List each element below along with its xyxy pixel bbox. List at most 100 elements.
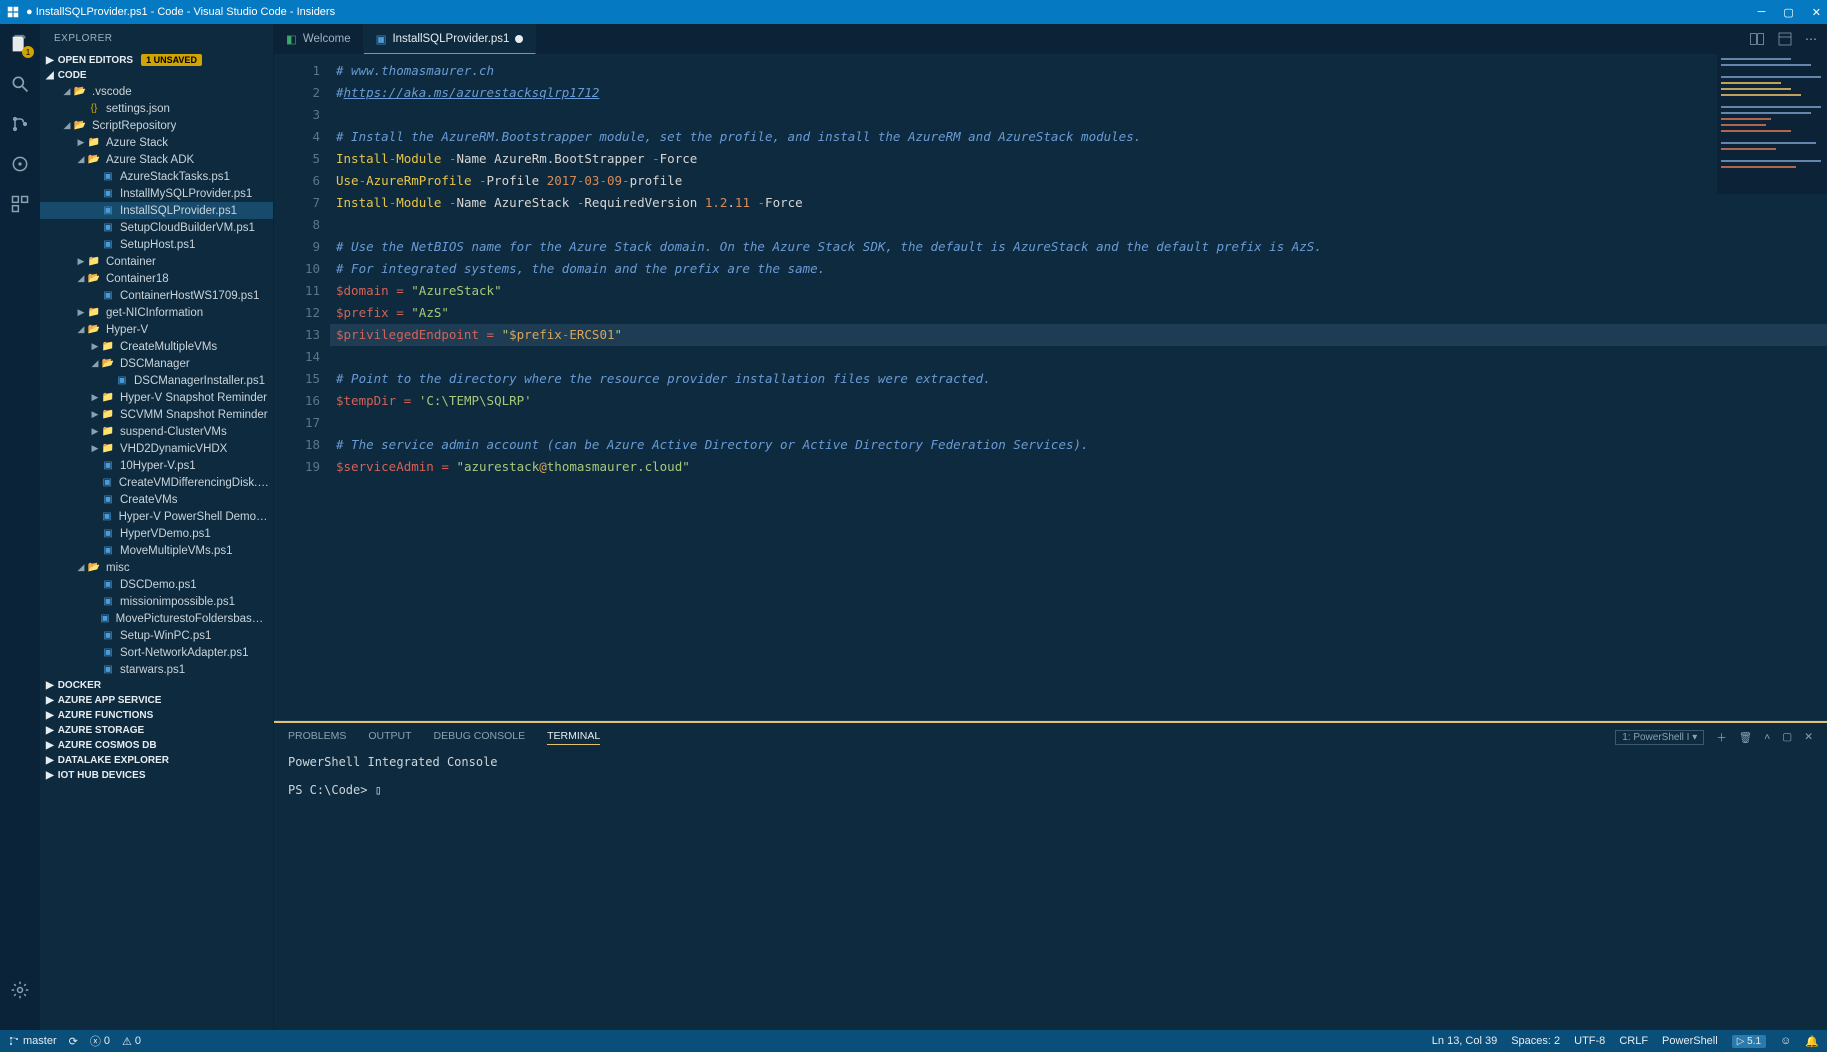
file-label: suspend-ClusterVMs	[120, 426, 227, 438]
kill-terminal-icon[interactable]: 🗑	[1739, 731, 1752, 744]
tree-file[interactable]: ▣SetupCloudBuilderVM.ps1	[40, 219, 273, 236]
sidebar-section[interactable]: ▶AZURE APP SERVICE	[40, 693, 273, 708]
tree-folder[interactable]: ◢📂ScriptRepository	[40, 117, 273, 134]
close-panel-icon[interactable]: ✕	[1804, 731, 1813, 743]
sidebar-section[interactable]: ▶IOT HUB DEVICES	[40, 768, 273, 783]
editor-tab[interactable]: ◧Welcome	[274, 24, 364, 54]
tree-folder[interactable]: ▶📁Container	[40, 253, 273, 270]
file-icon: 📁	[86, 137, 102, 148]
tree-folder[interactable]: ◢📂.vscode	[40, 83, 273, 100]
minimize-button[interactable]: ─	[1758, 6, 1766, 19]
tree-folder[interactable]: ▶📁get-NICInformation	[40, 304, 273, 321]
tree-file[interactable]: ▣MoveMultipleVMs.ps1	[40, 542, 273, 559]
code-editor[interactable]: 12345678910111213141516171819 # www.thom…	[274, 54, 1827, 720]
editor-tab[interactable]: ▣InstallSQLProvider.ps1	[364, 24, 537, 54]
dirty-indicator	[515, 35, 523, 43]
code-content[interactable]: # www.thomasmaurer.ch#https://aka.ms/azu…	[330, 54, 1827, 720]
tree-file[interactable]: ▣HyperVDemo.ps1	[40, 525, 273, 542]
git-branch[interactable]: master	[8, 1035, 57, 1047]
tree-file[interactable]: ▣missionimpossible.ps1	[40, 593, 273, 610]
cursor-position[interactable]: Ln 13, Col 39	[1432, 1035, 1497, 1047]
tree-file[interactable]: ▣DSCDemo.ps1	[40, 576, 273, 593]
tree-folder[interactable]: ▶📁VHD2DynamicVHDX	[40, 440, 273, 457]
tree-file[interactable]: ▣ContainerHostWS1709.ps1	[40, 287, 273, 304]
maximize-button[interactable]: ▢	[1783, 6, 1793, 19]
tree-folder[interactable]: ◢📂Container18	[40, 270, 273, 287]
panel-tab[interactable]: DEBUG CONSOLE	[434, 730, 526, 745]
file-label: DSCManager	[120, 358, 190, 370]
panel-tab[interactable]: OUTPUT	[368, 730, 411, 745]
extensions-icon[interactable]	[8, 192, 32, 216]
bell-icon[interactable]: 🔔	[1805, 1035, 1819, 1048]
tree-file[interactable]: {}settings.json	[40, 100, 273, 117]
file-icon: 📁	[100, 392, 116, 403]
chevron-right-icon: ▶	[46, 695, 54, 706]
tree-file[interactable]: ▣Sort-NetworkAdapter.ps1	[40, 644, 273, 661]
tree-folder[interactable]: ▶📁suspend-ClusterVMs	[40, 423, 273, 440]
file-icon: ▣	[100, 545, 116, 556]
layout-icon[interactable]	[1777, 31, 1793, 47]
close-button[interactable]: ✕	[1812, 6, 1821, 19]
feedback-icon[interactable]: ☺	[1780, 1035, 1791, 1047]
panel-layout-icon[interactable]: ▢	[1782, 731, 1792, 743]
panel-tab[interactable]: TERMINAL	[547, 730, 600, 745]
powershell-version[interactable]: ▷ 5.1	[1732, 1035, 1766, 1048]
tab-label: Welcome	[303, 33, 351, 45]
sidebar-section[interactable]: ▶DOCKER	[40, 678, 273, 693]
tree-file[interactable]: ▣SetupHost.ps1	[40, 236, 273, 253]
tree-file[interactable]: ▣10Hyper-V.ps1	[40, 457, 273, 474]
file-label: DSCManagerInstaller.ps1	[134, 375, 265, 387]
search-icon[interactable]	[8, 72, 32, 96]
errors-count[interactable]: ⓧ 0	[90, 1033, 110, 1049]
new-terminal-icon[interactable]: ＋	[1716, 730, 1727, 745]
tree-folder[interactable]: ◢📂DSCManager	[40, 355, 273, 372]
tree-folder[interactable]: ▶📁Hyper-V Snapshot Reminder	[40, 389, 273, 406]
debug-icon[interactable]	[8, 152, 32, 176]
tree-folder[interactable]: ▶📁SCVMM Snapshot Reminder	[40, 406, 273, 423]
tree-folder[interactable]: ◢📂Hyper-V	[40, 321, 273, 338]
settings-icon[interactable]	[8, 978, 32, 1002]
tree-file[interactable]: ▣MovePicturestoFoldersbasedonYe...	[40, 610, 273, 627]
tree-file[interactable]: ▣CreateVMDifferencingDisk.ps1	[40, 474, 273, 491]
sidebar-section[interactable]: ▶AZURE STORAGE	[40, 723, 273, 738]
tree-folder[interactable]: ◢📂Azure Stack ADK	[40, 151, 273, 168]
explorer-icon[interactable]: 1	[8, 32, 32, 56]
file-label: Setup-WinPC.ps1	[120, 630, 211, 642]
workspace-header[interactable]: ◢ CODE	[40, 68, 273, 83]
file-icon: ▣	[100, 494, 116, 505]
eol[interactable]: CRLF	[1619, 1035, 1648, 1047]
language-mode[interactable]: PowerShell	[1662, 1035, 1718, 1047]
terminal-selector[interactable]: 1: PowerShell I ▾	[1615, 730, 1704, 745]
split-editor-icon[interactable]	[1749, 31, 1765, 47]
tree-folder[interactable]: ◢📂misc	[40, 559, 273, 576]
sidebar-section[interactable]: ▶AZURE COSMOS DB	[40, 738, 273, 753]
file-icon: ▣	[100, 222, 116, 233]
indentation[interactable]: Spaces: 2	[1511, 1035, 1560, 1047]
unsaved-badge: 1 UNSAVED	[141, 54, 202, 66]
open-editors-header[interactable]: ▶ OPEN EDITORS 1 UNSAVED	[40, 52, 273, 68]
source-control-icon[interactable]	[8, 112, 32, 136]
warnings-count[interactable]: ⚠ 0	[122, 1035, 141, 1048]
tree-file[interactable]: ▣InstallMySQLProvider.ps1	[40, 185, 273, 202]
minimap[interactable]	[1717, 54, 1827, 194]
file-icon: ▣	[100, 579, 116, 590]
panel-tab[interactable]: PROBLEMS	[288, 730, 346, 745]
sync-icon[interactable]: ⟳	[69, 1035, 78, 1048]
tree-file[interactable]: ▣DSCManagerInstaller.ps1	[40, 372, 273, 389]
tree-file[interactable]: ▣InstallSQLProvider.ps1	[40, 202, 273, 219]
encoding[interactable]: UTF-8	[1574, 1035, 1605, 1047]
tree-file[interactable]: ▣CreateVMs	[40, 491, 273, 508]
tree-folder[interactable]: ▶📁Azure Stack	[40, 134, 273, 151]
tree-file[interactable]: ▣Hyper-V PowerShell Demo.ps1	[40, 508, 273, 525]
sidebar-section[interactable]: ▶DATALAKE EXPLORER	[40, 753, 273, 768]
terminal-body[interactable]: PowerShell Integrated Console PS C:\Code…	[274, 751, 1827, 1030]
tree-file[interactable]: ▣AzureStackTasks.ps1	[40, 168, 273, 185]
more-icon[interactable]: ⋯	[1805, 32, 1817, 46]
tree-file[interactable]: ▣starwars.ps1	[40, 661, 273, 678]
sidebar-section[interactable]: ▶AZURE FUNCTIONS	[40, 708, 273, 723]
tree-file[interactable]: ▣Setup-WinPC.ps1	[40, 627, 273, 644]
file-label: Azure Stack	[106, 137, 168, 149]
tree-folder[interactable]: ▶📁CreateMultipleVMs	[40, 338, 273, 355]
maximize-panel-icon[interactable]: ˄	[1764, 731, 1770, 743]
sidebar-title: EXPLORER	[40, 24, 273, 52]
